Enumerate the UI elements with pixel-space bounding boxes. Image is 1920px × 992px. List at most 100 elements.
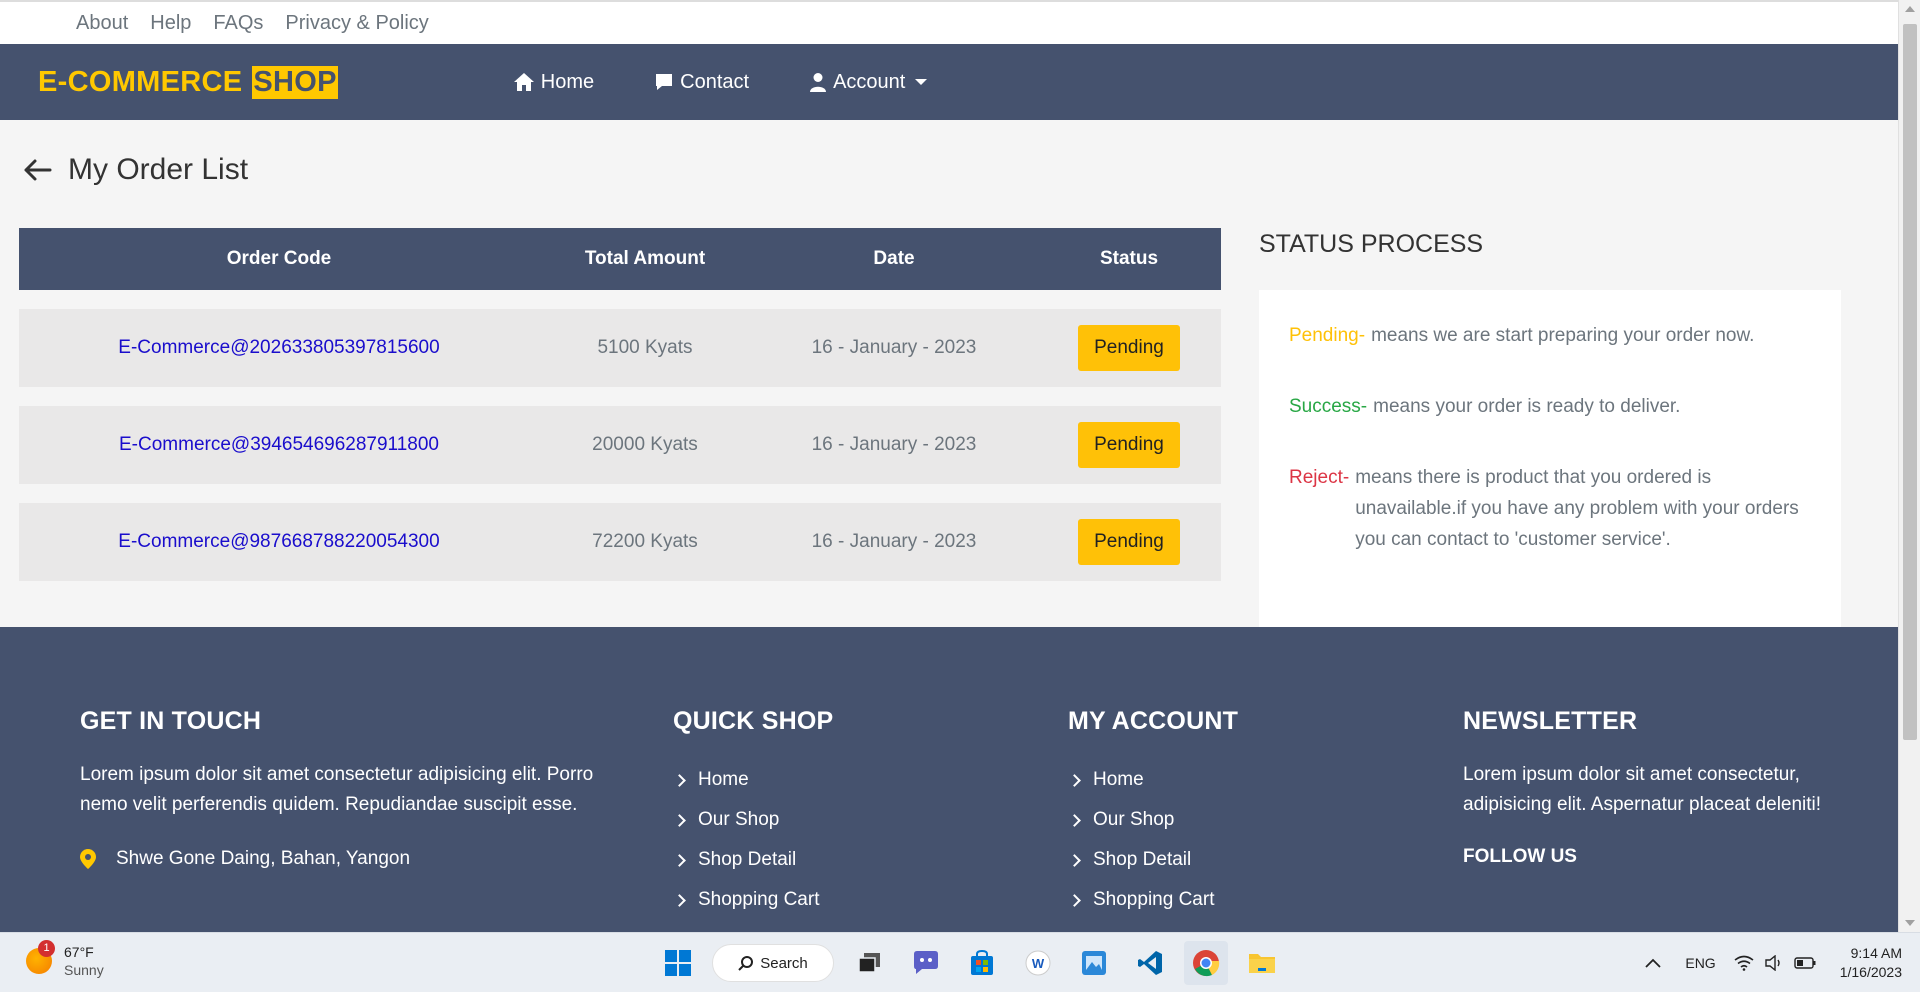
scroll-down-icon[interactable] [1905, 920, 1915, 926]
footer-link-label: Home [1093, 769, 1144, 790]
footer-account-title: MY ACCOUNT [1068, 707, 1239, 735]
chevron-up-icon[interactable] [1645, 958, 1661, 968]
site-footer: GET IN TOUCH Lorem ipsum dolor sit amet … [0, 627, 1898, 932]
footer-link-shopping-cart[interactable]: Shopping Cart [673, 880, 1013, 920]
status-pending-line: Pending- means we are start preparing yo… [1289, 320, 1811, 351]
weather-widget[interactable]: 1 67°F Sunny [26, 940, 104, 979]
success-key: Success- [1289, 396, 1368, 417]
taskbar-search[interactable]: Search [712, 944, 834, 982]
chat-icon [656, 74, 673, 90]
notification-badge: 1 [38, 940, 55, 957]
footer-link-label: Shop Detail [1093, 849, 1192, 870]
table-row: E-Commerce@987668788220054300 72200 Kyat… [19, 503, 1221, 581]
clock-date: 1/16/2023 [1839, 964, 1902, 980]
orders-table: Order Code Total Amount Date Status E-Co… [19, 228, 1221, 628]
status-badge: Pending [1078, 519, 1180, 565]
header-status: Status [1099, 248, 1159, 269]
footer-my-account: MY ACCOUNT Home Our Shop Shop Detail Sho… [1068, 707, 1408, 920]
user-icon [810, 73, 827, 92]
nav-contact-label: Contact [680, 70, 750, 93]
footer-account-link-home[interactable]: Home [1068, 760, 1408, 800]
back-arrow-icon[interactable] [22, 158, 52, 182]
wifi-icon[interactable] [1734, 955, 1754, 971]
search-icon [738, 956, 754, 971]
footer-touch-text: Lorem ipsum dolor sit amet consectetur a… [80, 764, 594, 815]
about-link[interactable]: About [76, 12, 128, 35]
order-date: 16 - January - 2023 [811, 337, 977, 358]
photo-app-icon[interactable] [1072, 941, 1116, 985]
windows-start-icon[interactable] [656, 941, 700, 985]
pending-text: means we are start preparing your order … [1371, 325, 1755, 346]
order-amount: 5100 Kyats [597, 337, 693, 358]
status-reject-line: Reject- means there is product that you … [1289, 462, 1811, 555]
windows-taskbar: 1 67°F Sunny Search W ENG 9:14 AM 1/16/2… [0, 932, 1920, 992]
chevron-right-icon [1068, 853, 1081, 867]
chevron-right-icon [673, 893, 686, 907]
teams-chat-icon[interactable] [904, 941, 948, 985]
clock-time: 9:14 AM [1850, 945, 1902, 961]
logo-highlight: SHOP [252, 65, 338, 99]
nav-account-label: Account [833, 70, 906, 93]
status-process-panel: STATUS PROCESS Pending- means we are sta… [1259, 228, 1841, 628]
volume-icon[interactable] [1764, 955, 1784, 971]
order-code-link[interactable]: E-Commerce@987668788220054300 [19, 531, 539, 553]
file-explorer-icon[interactable] [1240, 941, 1284, 985]
language-indicator[interactable]: ENG [1685, 955, 1715, 971]
footer-link-label: Our Shop [1093, 809, 1175, 830]
order-date: 16 - January - 2023 [811, 434, 977, 455]
nav-contact[interactable]: Contact [654, 71, 749, 94]
chevron-down-icon [915, 79, 928, 85]
scrollbar-thumb[interactable] [1903, 24, 1917, 740]
footer-link-our-shop[interactable]: Our Shop [673, 800, 1013, 840]
map-pin-icon [80, 849, 96, 869]
nav-home[interactable]: Home [513, 71, 594, 94]
status-process-box: Pending- means we are start preparing yo… [1259, 290, 1841, 628]
status-badge: Pending [1078, 422, 1180, 468]
system-clock[interactable]: 9:14 AM 1/16/2023 [1840, 944, 1902, 982]
order-amount: 72200 Kyats [592, 531, 698, 552]
word-app-icon[interactable]: W [1016, 941, 1060, 985]
main-content: Order Code Total Amount Date Status E-Co… [0, 228, 1898, 628]
footer-newsletter: NEWSLETTER Lorem ipsum dolor sit amet co… [1463, 707, 1843, 868]
weather-condition: Sunny [64, 962, 104, 978]
help-link[interactable]: Help [150, 12, 191, 35]
chrome-icon[interactable] [1184, 941, 1228, 985]
footer-link-label: Shop Detail [698, 849, 797, 870]
faqs-link[interactable]: FAQs [213, 12, 263, 35]
order-date: 16 - January - 2023 [811, 531, 977, 552]
table-row: E-Commerce@394654696287911800 20000 Kyat… [19, 406, 1221, 484]
footer-account-link-shopping-cart[interactable]: Shopping Cart [1068, 880, 1408, 920]
top-bar: About Help FAQs Privacy & Policy [0, 0, 1898, 44]
footer-link-home[interactable]: Home [673, 760, 1013, 800]
status-success-line: Success- means your order is ready to de… [1289, 391, 1811, 422]
footer-account-link-shop-detail[interactable]: Shop Detail [1068, 840, 1408, 880]
reject-text: means there is product that you ordered … [1355, 467, 1799, 550]
footer-link-shop-detail[interactable]: Shop Detail [673, 840, 1013, 880]
nav-account-dropdown[interactable]: Account [809, 70, 928, 94]
vscode-icon[interactable] [1128, 941, 1172, 985]
chevron-right-icon [673, 813, 686, 827]
sun-icon: 1 [26, 940, 55, 974]
footer-account-link-our-shop[interactable]: Our Shop [1068, 800, 1408, 840]
logo-main: E-COMMERCE [38, 65, 243, 98]
system-tray: ENG 9:14 AM 1/16/2023 [1645, 933, 1920, 992]
site-logo[interactable]: E-COMMERCE SHOP [38, 65, 338, 99]
chevron-right-icon [673, 853, 686, 867]
footer-touch-title: GET IN TOUCH [80, 707, 262, 735]
weather-temp: 67°F [64, 944, 94, 960]
scroll-up-icon[interactable] [1905, 6, 1915, 12]
battery-icon[interactable] [1794, 957, 1816, 969]
chevron-right-icon [1068, 813, 1081, 827]
taskbar-search-label: Search [760, 954, 808, 972]
taskbar-apps: Search W [656, 941, 1296, 985]
order-code-link[interactable]: E-Commerce@202633805397815600 [19, 337, 539, 359]
order-code-link[interactable]: E-Commerce@394654696287911800 [19, 434, 539, 456]
footer-newsletter-title: NEWSLETTER [1463, 707, 1638, 735]
task-view-icon[interactable] [848, 941, 892, 985]
page-scrollbar[interactable] [1898, 0, 1920, 932]
order-amount: 20000 Kyats [592, 434, 698, 455]
footer-quick-shop: QUICK SHOP Home Our Shop Shop Detail Sho… [673, 707, 1013, 920]
privacy-policy-link[interactable]: Privacy & Policy [285, 12, 428, 35]
microsoft-store-icon[interactable] [960, 941, 1004, 985]
main-navbar: E-COMMERCE SHOP Home Contact Account [0, 44, 1898, 120]
